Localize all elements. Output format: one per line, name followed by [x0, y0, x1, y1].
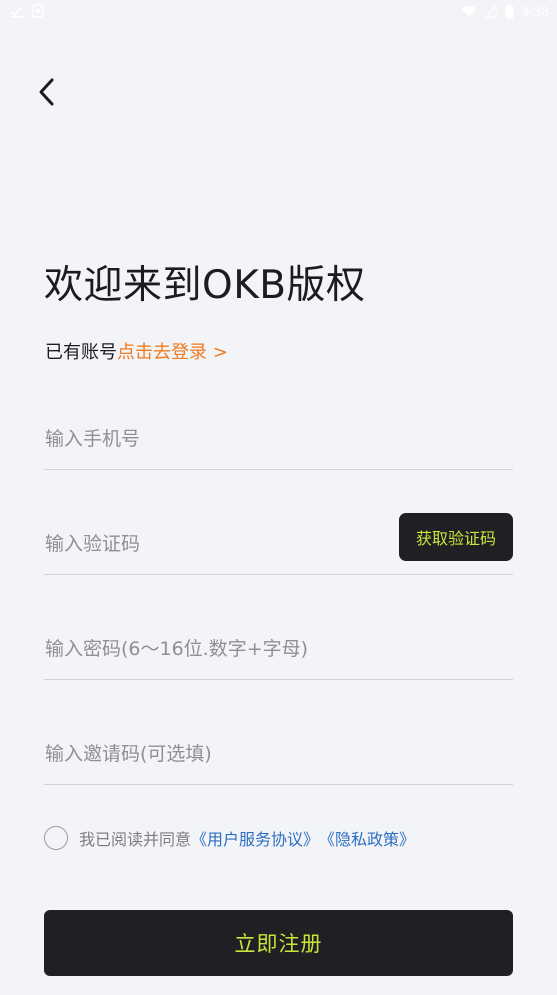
status-bar: 9:38 — [0, 0, 557, 26]
password-input[interactable] — [45, 632, 385, 666]
agreement-checkbox[interactable] — [44, 826, 68, 850]
app-notification-icon — [32, 4, 44, 18]
status-bar-left — [10, 4, 44, 18]
signal-icon — [485, 5, 497, 18]
page-title: 欢迎来到OKB版权 — [44, 263, 366, 308]
status-time: 9:38 — [522, 4, 549, 19]
agreement-row: 我已阅读并同意 《用户服务协议》 《隐私政策》 — [44, 824, 415, 852]
wifi-icon — [461, 5, 477, 18]
get-code-button[interactable]: 获取验证码 — [399, 513, 513, 561]
phone-field-container — [44, 414, 513, 470]
code-field-container: 获取验证码 — [44, 513, 513, 575]
invite-field-container — [44, 729, 513, 785]
check-notification-icon — [10, 4, 24, 18]
password-field-container — [44, 624, 513, 680]
back-button[interactable] — [26, 72, 66, 116]
invite-code-input[interactable] — [45, 737, 385, 771]
status-bar-right: 9:38 — [461, 4, 549, 19]
verification-code-input[interactable] — [45, 527, 385, 561]
battery-icon — [505, 4, 514, 19]
login-link[interactable]: 点击去登录 > — [117, 342, 228, 363]
login-prompt-text: 已有账号 — [45, 342, 117, 363]
phone-input[interactable] — [45, 422, 385, 456]
register-screen: 9:38 欢迎来到OKB版权 已有账号点击去登录 > 获取验证码 我已阅读并同意… — [0, 0, 557, 995]
register-button[interactable]: 立即注册 — [44, 910, 513, 976]
privacy-link[interactable]: 《隐私政策》 — [319, 826, 415, 850]
chevron-left-icon — [36, 77, 56, 111]
login-prompt: 已有账号点击去登录 > — [45, 338, 228, 364]
terms-link[interactable]: 《用户服务协议》 — [191, 826, 319, 850]
agreement-text: 我已阅读并同意 — [79, 830, 192, 849]
